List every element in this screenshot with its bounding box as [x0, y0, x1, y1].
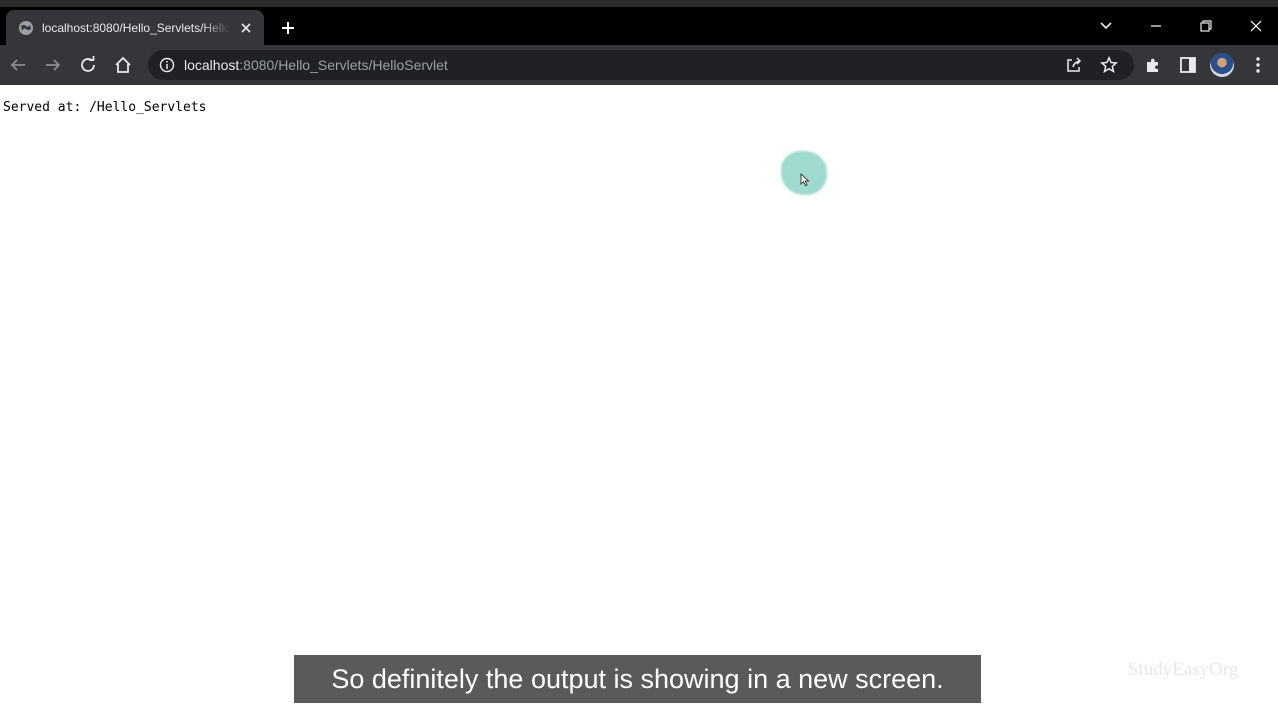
watermark-logo: StudyEasyOrg	[1127, 659, 1239, 680]
served-at-text: Served at: /Hello_Servlets	[3, 100, 207, 115]
address-bar[interactable]: localhost:8080/Hello_Servlets/HelloServl…	[148, 50, 1134, 80]
plus-icon[interactable]	[276, 16, 300, 40]
tab-hello-servlet[interactable]: localhost:8080/Hello_Servlets/HelloServl…	[6, 10, 264, 45]
close-icon[interactable]	[1244, 14, 1268, 38]
globe-icon	[18, 20, 34, 36]
kebab-menu-icon[interactable]	[1246, 53, 1270, 77]
info-icon[interactable]	[158, 56, 176, 74]
tab-title: localhost:8080/Hello_Servlets/HelloServl…	[42, 20, 230, 35]
star-icon[interactable]	[1097, 53, 1121, 77]
share-icon[interactable]	[1062, 53, 1086, 77]
url-host: localhost	[184, 57, 240, 73]
arrow-left-icon[interactable]	[6, 53, 30, 77]
browser-toolbar: localhost:8080/Hello_Servlets/HelloServl…	[0, 45, 1278, 85]
page-content: Served at: /Hello_Servlets	[0, 85, 1278, 714]
url-path: :8080/Hello_Servlets/HelloServlet	[239, 57, 448, 73]
minimize-icon[interactable]	[1144, 14, 1168, 38]
side-panel-icon[interactable]	[1176, 53, 1200, 77]
reload-icon[interactable]	[76, 53, 100, 77]
video-caption: So definitely the output is showing in a…	[294, 655, 981, 703]
window-top-strip	[0, 0, 1278, 7]
home-icon[interactable]	[111, 53, 135, 77]
arrow-right-icon[interactable]	[41, 53, 65, 77]
restore-icon[interactable]	[1194, 14, 1218, 38]
avatar[interactable]	[1210, 53, 1234, 77]
tab-strip: localhost:8080/Hello_Servlets/HelloServl…	[0, 7, 1278, 45]
extensions-icon[interactable]	[1141, 53, 1165, 77]
mouse-pointer-icon	[800, 173, 810, 187]
close-icon[interactable]	[236, 18, 256, 38]
chevron-down-icon[interactable]	[1094, 14, 1118, 38]
